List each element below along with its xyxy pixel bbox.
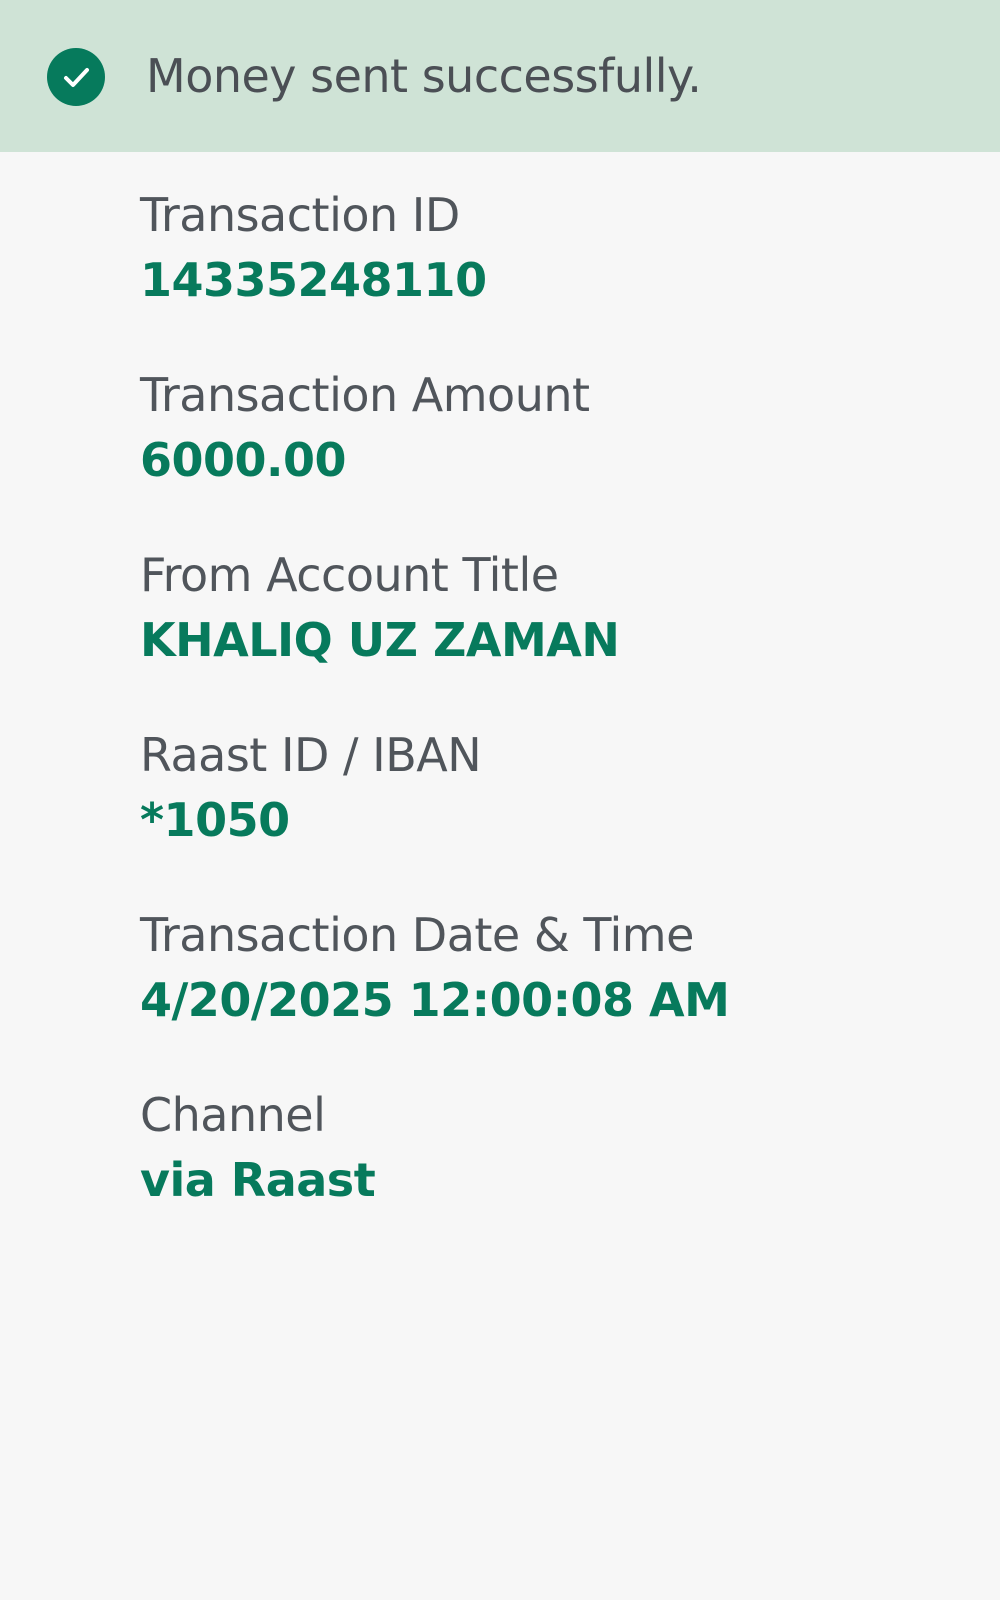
raast-id-iban-label: Raast ID / IBAN — [140, 728, 482, 782]
raast-id-iban-row: Raast ID / IBAN *1050 — [140, 723, 960, 903]
from-account-title-label: From Account Title — [140, 548, 559, 602]
transaction-id-value: 14335248110 — [140, 253, 487, 307]
success-message: Money sent successfully. — [146, 49, 702, 103]
raast-id-iban-value: *1050 — [140, 793, 290, 847]
transaction-date-time-label: Transaction Date & Time — [140, 908, 694, 962]
transaction-details: Transaction ID 14335248110 Transaction A… — [140, 183, 960, 1263]
channel-label: Channel — [140, 1088, 326, 1142]
transaction-amount-value: 6000.00 — [140, 433, 347, 487]
channel-value: via Raast — [140, 1153, 376, 1207]
transaction-amount-row: Transaction Amount 6000.00 — [140, 363, 960, 543]
channel-row: Channel via Raast — [140, 1083, 960, 1263]
from-account-title-row: From Account Title KHALIQ UZ ZAMAN — [140, 543, 960, 723]
transaction-date-time-value: 4/20/2025 12:00:08 AM — [140, 973, 730, 1027]
check-circle-icon — [47, 48, 105, 106]
transaction-date-time-row: Transaction Date & Time 4/20/2025 12:00:… — [140, 903, 960, 1083]
transaction-id-label: Transaction ID — [140, 188, 460, 242]
transaction-amount-label: Transaction Amount — [140, 368, 590, 422]
from-account-title-value: KHALIQ UZ ZAMAN — [140, 613, 620, 667]
success-banner: Money sent successfully. — [0, 0, 1000, 152]
transaction-id-row: Transaction ID 14335248110 — [140, 183, 960, 363]
